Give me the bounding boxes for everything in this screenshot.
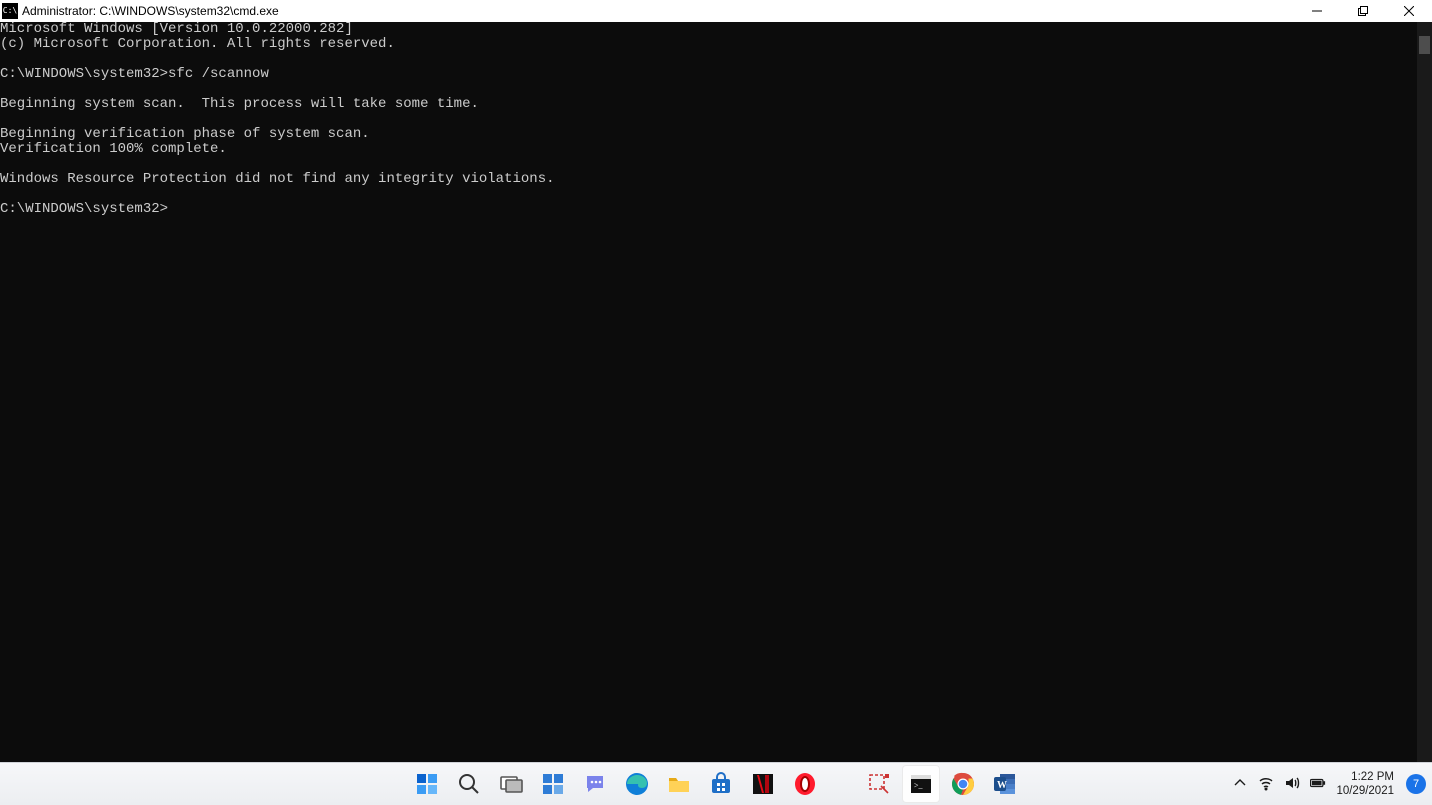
minimize-button[interactable]: [1294, 0, 1340, 22]
console-output[interactable]: Microsoft Windows [Version 10.0.22000.28…: [0, 22, 1432, 762]
tray-clock[interactable]: 1:22 PM 10/29/2021: [1336, 770, 1396, 798]
opera-icon: [793, 772, 817, 796]
scrollbar-track[interactable]: [1417, 22, 1432, 762]
snip-sketch-button[interactable]: [860, 765, 898, 803]
edge-icon: [625, 772, 649, 796]
word-button[interactable]: W: [986, 765, 1024, 803]
scrollbar-thumb[interactable]: [1419, 36, 1430, 54]
tray-date: 10/29/2021: [1336, 784, 1394, 798]
taskbar-center-group: >_: [408, 765, 1024, 803]
taskbar: >_: [0, 762, 1432, 805]
cmd-icon: >_: [909, 772, 933, 796]
notifications-badge[interactable]: 7: [1406, 774, 1426, 794]
tray-overflow-button[interactable]: [1232, 775, 1248, 794]
chat-icon: [583, 772, 607, 796]
red-app-icon: [751, 772, 775, 796]
svg-text:W: W: [997, 780, 1007, 791]
titlebar[interactable]: C:\ Administrator: C:\WINDOWS\system32\c…: [0, 0, 1432, 22]
chat-button[interactable]: [576, 765, 614, 803]
task-view-button[interactable]: [492, 765, 530, 803]
cmd-app-icon-text: C:\: [3, 7, 17, 15]
chrome-button[interactable]: [944, 765, 982, 803]
folder-icon: [667, 772, 691, 796]
search-button[interactable]: [450, 765, 488, 803]
file-explorer-button[interactable]: [660, 765, 698, 803]
snip-icon: [867, 772, 891, 796]
tray-time: 1:22 PM: [1336, 770, 1394, 784]
system-tray: 1:22 PM 10/29/2021 7: [1232, 763, 1426, 805]
start-button[interactable]: [408, 765, 446, 803]
svg-text:>_: >_: [914, 781, 924, 790]
volume-icon[interactable]: [1284, 775, 1300, 794]
wifi-icon[interactable]: [1258, 775, 1274, 794]
store-button[interactable]: [702, 765, 740, 803]
battery-icon[interactable]: [1310, 775, 1326, 794]
cmd-app-icon: C:\: [2, 3, 18, 19]
window-controls: [1294, 0, 1432, 22]
notifications-count: 7: [1413, 778, 1419, 790]
search-icon: [457, 772, 481, 796]
close-button[interactable]: [1386, 0, 1432, 22]
widgets-icon: [541, 772, 565, 796]
widgets-button[interactable]: [534, 765, 572, 803]
window-title: Administrator: C:\WINDOWS\system32\cmd.e…: [22, 4, 279, 18]
edge-button[interactable]: [618, 765, 656, 803]
word-icon: W: [993, 772, 1017, 796]
windows-logo-icon: [415, 772, 439, 796]
console-area: Microsoft Windows [Version 10.0.22000.28…: [0, 22, 1432, 762]
maximize-button[interactable]: [1340, 0, 1386, 22]
pinned-app-red-button[interactable]: [744, 765, 782, 803]
chrome-icon: [951, 772, 975, 796]
task-view-icon: [499, 772, 523, 796]
store-icon: [709, 772, 733, 796]
opera-button[interactable]: [786, 765, 824, 803]
cmd-taskbar-button[interactable]: >_: [902, 765, 940, 803]
